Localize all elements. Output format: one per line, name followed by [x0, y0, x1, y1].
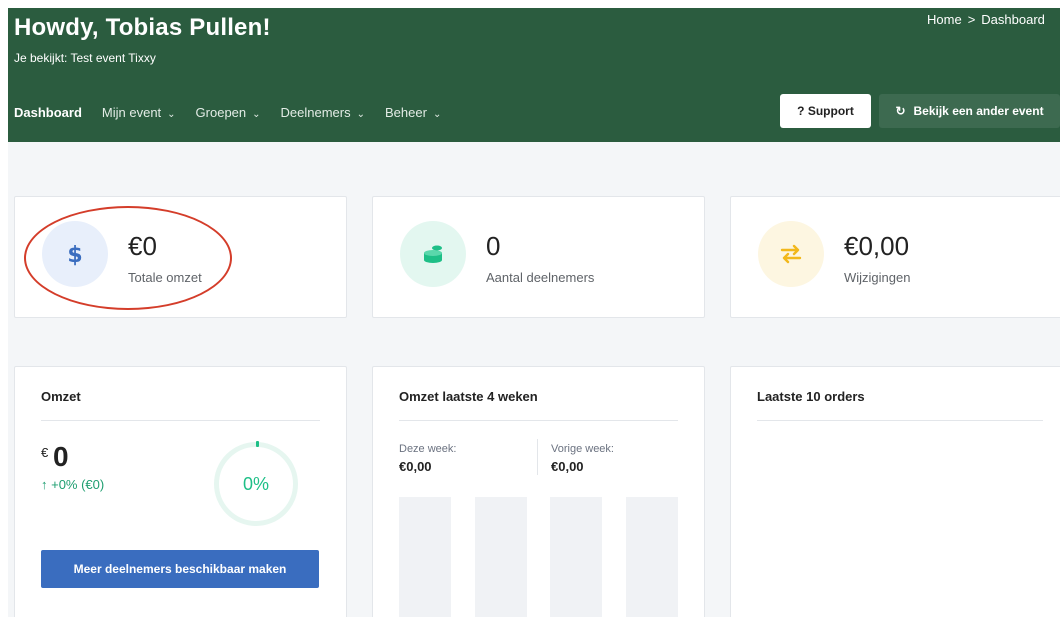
nav-item-mijn-event[interactable]: Mijn event ⌄ [102, 105, 176, 120]
orders-panel: Laatste 10 orders [730, 366, 1060, 617]
breadcrumb-separator: > [967, 12, 976, 27]
panel-title: Omzet [41, 389, 81, 404]
week-bar [626, 497, 678, 617]
exchange-icon [758, 221, 824, 287]
stat-label: Aantal deelnemers [486, 270, 595, 285]
breadcrumb-home-link[interactable]: Home [927, 12, 962, 27]
chevron-down-icon: ⌄ [252, 109, 261, 120]
nav-item-groepen[interactable]: Groepen ⌄ [196, 105, 261, 120]
panel-title: Laatste 10 orders [757, 389, 865, 404]
currency-symbol: € [41, 445, 49, 460]
chevron-down-icon: ⌄ [167, 109, 176, 120]
more-participants-button[interactable]: Meer deelnemers beschikbaar maken [41, 550, 319, 588]
weeks-panel: Omzet laatste 4 weken Deze week: €0,00 V… [372, 366, 705, 617]
nav-item-beheer[interactable]: Beheer ⌄ [385, 105, 441, 120]
progress-indicator [256, 441, 259, 447]
other-event-label: Bekijk een ander event [913, 104, 1044, 118]
other-event-button[interactable]: ↻ Bekijk een ander event [879, 94, 1060, 128]
this-week: Deze week: €0,00 [399, 443, 456, 474]
last-week: Vorige week: €0,00 [551, 443, 614, 474]
week-bar [475, 497, 527, 617]
nav-item-label: Groepen [195, 105, 247, 120]
divider [41, 420, 320, 421]
nav-item-deelnemers[interactable]: Deelnemers ⌄ [281, 105, 365, 120]
stat-card-deelnemers: 0 Aantal deelnemers [372, 196, 705, 318]
week-value: €0,00 [551, 459, 584, 474]
breadcrumb-current: Dashboard [981, 12, 1045, 27]
progress-ring: 0% [214, 441, 298, 526]
nav-item-label: Beheer [385, 105, 427, 120]
coins-icon [400, 221, 466, 287]
stat-value: €0,00 [844, 231, 910, 261]
highlight-annotation [24, 206, 232, 310]
omzet-value: 0 [53, 441, 69, 472]
refresh-icon: ↻ [895, 104, 906, 118]
chevron-down-icon: ⌄ [432, 109, 442, 120]
nav-item-label: Mijn event [101, 105, 162, 120]
chevron-down-icon: ⌄ [356, 109, 366, 120]
divider [537, 439, 538, 475]
nav-item-label: Dashboard [14, 105, 82, 120]
dashboard-page: Howdy, Tobias Pullen! Je bekijkt: Test e… [8, 8, 1060, 617]
week-label: Vorige week: [551, 443, 614, 455]
omzet-change: ↑ +0% (€0) [41, 477, 105, 492]
nav-item-dashboard[interactable]: Dashboard [14, 105, 82, 120]
breadcrumb: Home > Dashboard [927, 12, 1045, 27]
nav-item-label: Deelnemers [280, 105, 351, 120]
current-event-label: Je bekijkt: Test event Tixxy [14, 51, 156, 65]
main-nav: Dashboard Mijn event ⌄ Groepen ⌄ Deelnemer… [14, 105, 461, 120]
stat-card-wijzigingen: €0,00 Wijzigingen [730, 196, 1060, 318]
divider [757, 420, 1043, 421]
divider [399, 420, 678, 421]
omzet-panel: Omzet € 0 ↑ +0% (€0) 0% Meer deelnemers … [14, 366, 347, 617]
stat-label: Wijzigingen [844, 270, 911, 285]
week-bar [399, 497, 451, 617]
week-label: Deze week: [399, 443, 457, 455]
week-bar [550, 497, 602, 617]
week-value: €0,00 [399, 459, 432, 474]
header: Howdy, Tobias Pullen! Je bekijkt: Test e… [8, 8, 1060, 142]
stat-value: 0 [486, 231, 501, 261]
progress-label: 0% [242, 473, 269, 494]
panel-title: Omzet laatste 4 weken [399, 389, 538, 404]
support-button[interactable]: ? Support [780, 94, 871, 128]
greeting-title: Howdy, Tobias Pullen! [14, 14, 271, 41]
